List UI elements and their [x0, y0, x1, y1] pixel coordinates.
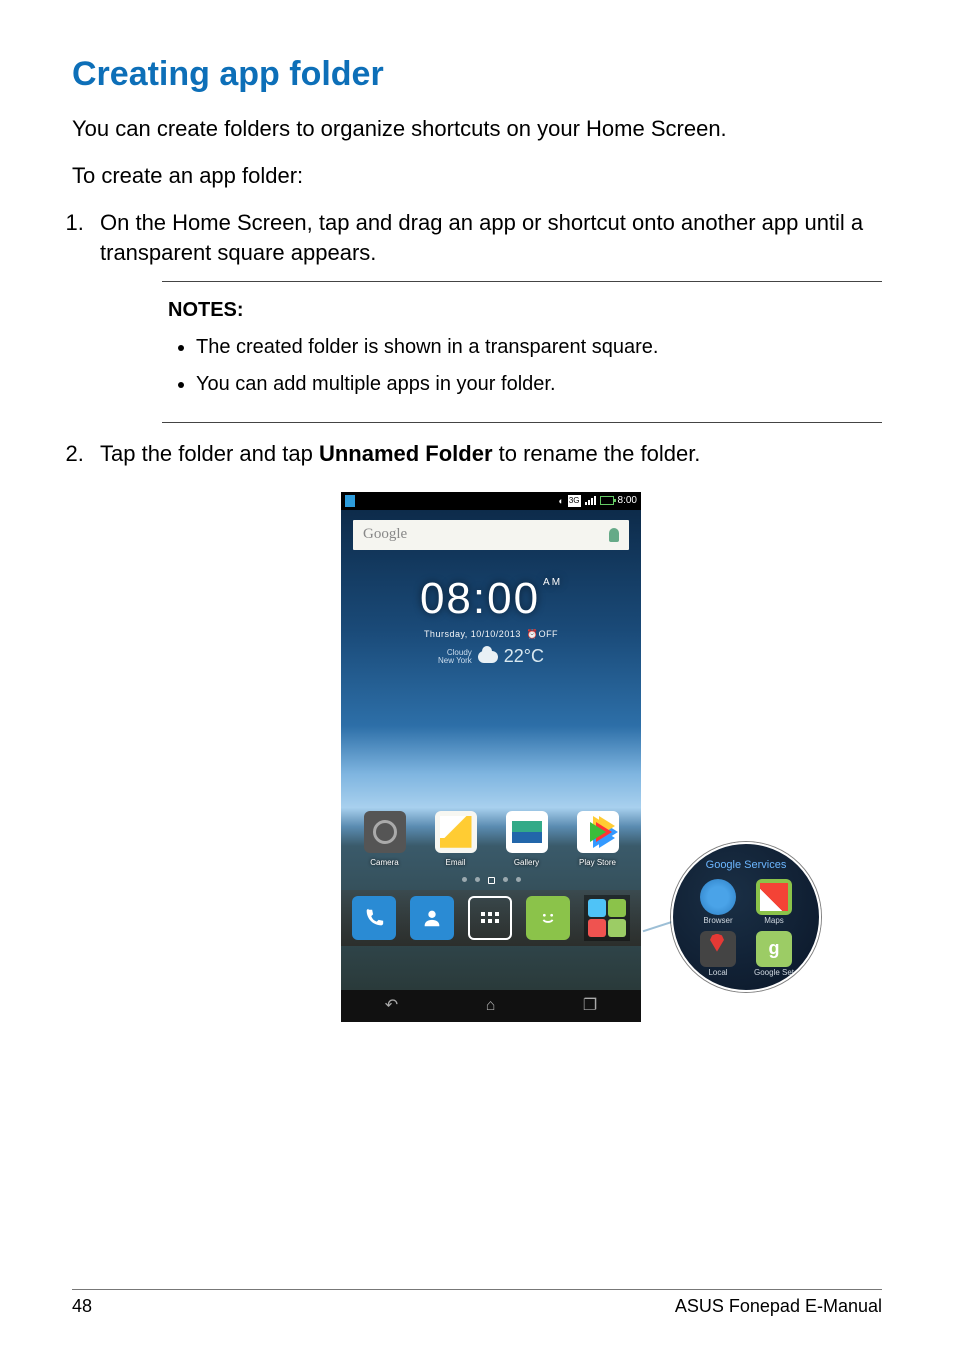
home-screen: Google 08:00 AM Thursday, 10/10/2013 ⏰OF… — [341, 510, 641, 990]
clock-time: 08:00 AM — [420, 568, 562, 630]
note-1: The created folder is shown in a transpa… — [196, 334, 876, 361]
network-3g: 3G — [568, 495, 581, 506]
weather-temp: 22°C — [504, 644, 544, 669]
app-gallery[interactable]: Gallery — [499, 811, 555, 868]
callout-grid: Browser Maps Local Google Set — [673, 879, 819, 977]
callout-app-google-settings[interactable]: Google Set — [751, 931, 797, 978]
apps-grid-icon — [481, 912, 499, 923]
weather-widget[interactable]: Cloudy New York 22°C — [341, 644, 641, 669]
callout-title: Google Services — [673, 858, 819, 873]
status-right: ◐ 3G 8:00 — [558, 494, 637, 508]
sdcard-icon — [345, 495, 355, 507]
manual-page: Creating app folder You can create folde… — [0, 0, 954, 1357]
phone-icon — [363, 907, 385, 929]
steps-list: On the Home Screen, tap and drag an app … — [90, 208, 882, 1022]
clock-ampm: AM — [543, 576, 562, 590]
phone-screenshot: ◐ 3G 8:00 Google — [341, 492, 641, 1022]
folder-mini-icon — [588, 899, 606, 917]
page-indicator — [341, 877, 641, 884]
clock-widget[interactable]: 08:00 AM Thursday, 10/10/2013 ⏰OFF — [341, 568, 641, 640]
notes-list: The created folder is shown in a transpa… — [196, 334, 876, 398]
app-camera[interactable]: Camera — [357, 811, 413, 868]
folder-mini-icon — [608, 899, 626, 917]
contacts-icon — [421, 907, 443, 929]
page-title: Creating app folder — [72, 55, 882, 94]
weather-city: Cloudy New York — [438, 649, 472, 665]
intro-paragraph-1: You can create folders to organize short… — [72, 114, 882, 145]
step-2-bold: Unnamed Folder — [319, 441, 493, 466]
app-playstore[interactable]: Play Store — [570, 811, 626, 868]
mic-icon[interactable] — [609, 528, 619, 542]
status-bar: ◐ 3G 8:00 — [341, 492, 641, 510]
callout-app-browser[interactable]: Browser — [695, 879, 741, 926]
vibrate-icon: ◐ — [558, 495, 563, 508]
android-navbar: ↶ ⌂ ❐ — [341, 990, 641, 1022]
dock-phone[interactable] — [352, 896, 396, 940]
step-2-text-a: Tap the folder and tap — [100, 441, 319, 466]
app-email[interactable]: Email — [428, 811, 484, 868]
google-search-bar[interactable]: Google — [353, 520, 629, 550]
book-title: ASUS Fonepad E-Manual — [675, 1296, 882, 1317]
clock-date: Thursday, 10/10/2013 ⏰OFF — [341, 628, 641, 641]
step-1-text: On the Home Screen, tap and drag an app … — [100, 210, 863, 266]
signal-icon — [585, 496, 596, 505]
smile-icon — [537, 907, 559, 929]
search-brand: Google — [363, 524, 407, 545]
cloud-icon — [478, 651, 498, 663]
folder-callout: Google Services Browser Maps Local Googl… — [671, 842, 821, 992]
gsettings-icon — [756, 931, 792, 967]
note-2: You can add multiple apps in your folder… — [196, 371, 876, 398]
dock-folder[interactable] — [584, 895, 630, 941]
dock — [341, 890, 641, 946]
callout-app-maps[interactable]: Maps — [751, 879, 797, 926]
callout-app-local[interactable]: Local — [695, 931, 741, 978]
email-icon — [435, 811, 477, 853]
back-icon[interactable]: ↶ — [385, 995, 398, 1017]
folder-mini-icon — [608, 919, 626, 937]
step-2-text-c: to rename the folder. — [493, 441, 701, 466]
playstore-icon — [577, 811, 619, 853]
dock-all-apps[interactable] — [468, 896, 512, 940]
notes-heading: NOTES: — [168, 296, 876, 324]
local-icon — [700, 931, 736, 967]
browser-icon — [700, 879, 736, 915]
home-icon[interactable]: ⌂ — [486, 995, 496, 1017]
status-clock: 8:00 — [618, 494, 637, 508]
folder-mini-icon — [588, 919, 606, 937]
step-1: On the Home Screen, tap and drag an app … — [90, 208, 882, 424]
dock-messaging[interactable] — [526, 896, 570, 940]
page-footer: 48 ASUS Fonepad E-Manual — [72, 1289, 882, 1317]
figure: ◐ 3G 8:00 Google — [271, 492, 711, 1022]
step-2: Tap the folder and tap Unnamed Folder to… — [90, 439, 882, 1022]
dock-contacts[interactable] — [410, 896, 454, 940]
battery-icon — [600, 496, 614, 505]
notes-box: NOTES: The created folder is shown in a … — [162, 281, 882, 423]
camera-icon — [364, 811, 406, 853]
maps-icon — [756, 879, 792, 915]
page-number: 48 — [72, 1296, 92, 1317]
gallery-icon — [506, 811, 548, 853]
intro-paragraph-2: To create an app folder: — [72, 161, 882, 192]
recents-icon[interactable]: ❐ — [583, 995, 597, 1017]
app-row: Camera Email Gallery — [341, 811, 641, 868]
